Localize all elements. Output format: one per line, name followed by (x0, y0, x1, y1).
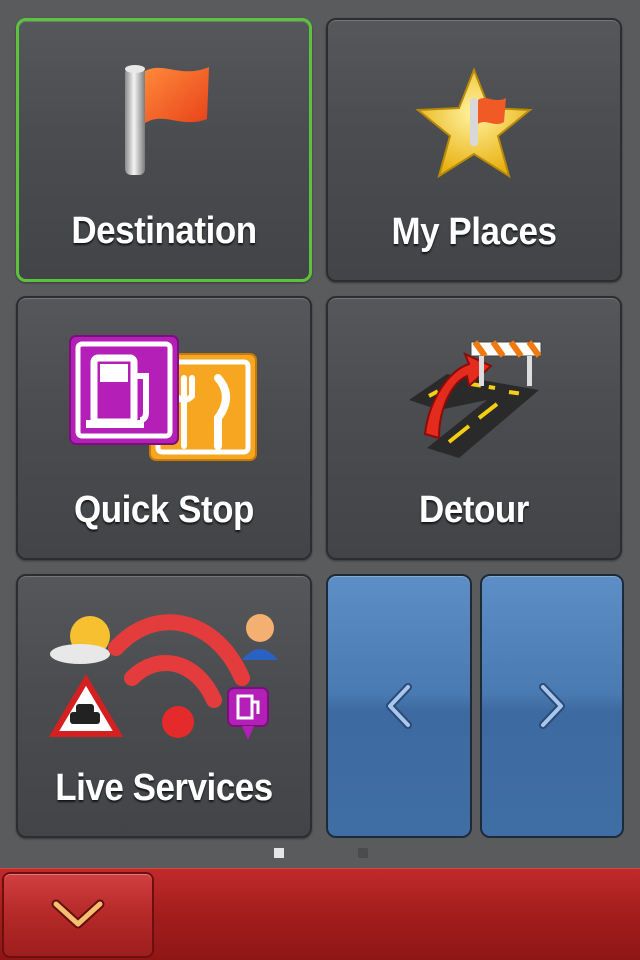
live-services-tile[interactable]: Live Services (16, 574, 312, 838)
chevron-right-icon (539, 683, 565, 729)
my-places-tile[interactable]: My Places (326, 18, 622, 282)
chevron-left-icon (386, 683, 412, 729)
fuel-restaurant-icon (66, 332, 262, 464)
destination-tile[interactable]: Destination (16, 18, 312, 282)
star-flag-icon (414, 62, 534, 192)
quick-stop-tile[interactable]: Quick Stop (16, 296, 312, 560)
page-indicator-active (274, 848, 284, 858)
live-services-icon (46, 608, 282, 748)
tile-label-my-places: My Places (391, 211, 557, 253)
detour-tile[interactable]: Detour (326, 296, 622, 560)
tile-label-quick-stop: Quick Stop (74, 489, 254, 531)
tile-label-live-services: Live Services (55, 767, 273, 809)
tile-label-detour: Detour (419, 489, 529, 531)
tile-label-destination: Destination (71, 210, 257, 252)
prev-page-button[interactable] (326, 574, 472, 838)
detour-road-icon (399, 330, 549, 460)
collapse-menu-button[interactable] (2, 872, 154, 958)
page-indicator-inactive (358, 848, 368, 858)
flag-icon (109, 61, 219, 201)
next-page-button[interactable] (480, 574, 624, 838)
chevron-down-icon (51, 899, 105, 929)
